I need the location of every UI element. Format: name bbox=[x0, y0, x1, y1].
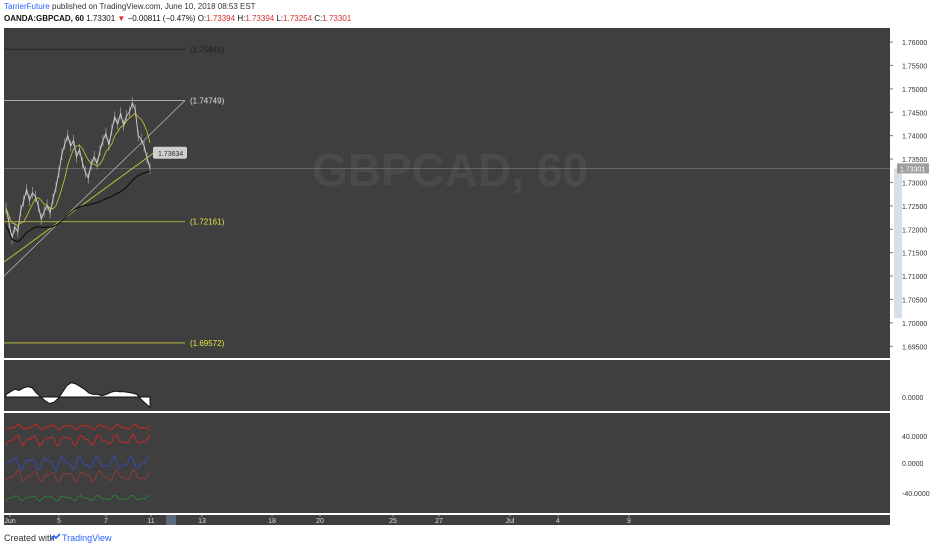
tradingview-brand[interactable]: TradingView bbox=[62, 533, 112, 543]
time-tick-label: Jun bbox=[4, 518, 15, 525]
current-price-label: 1.73301 bbox=[900, 166, 925, 173]
oscillator-axis-bg bbox=[890, 360, 902, 411]
price-tick-label: 1.73000 bbox=[902, 180, 927, 187]
high-value: 1.73394 bbox=[245, 14, 275, 23]
level-label: (1.74749) bbox=[190, 97, 225, 106]
level-label: (1.75846) bbox=[190, 45, 225, 54]
time-tick-label: 5 bbox=[57, 518, 61, 525]
time-range-marker bbox=[166, 515, 176, 525]
time-tick-label: 13 bbox=[198, 518, 206, 525]
dmi-axis-bg bbox=[890, 413, 902, 513]
price-axis[interactable]: 1.76000 1.75500 1.75000 1.74500 1.74000 1.735… bbox=[890, 28, 929, 358]
symbol-label[interactable]: OANDA:GBPCAD, 60 bbox=[4, 14, 84, 23]
open-label: O: bbox=[197, 14, 207, 23]
created-with-label: Created with bbox=[4, 533, 55, 543]
level-label: (1.69572) bbox=[190, 339, 225, 348]
time-tick-label: 25 bbox=[389, 518, 397, 525]
price-tick-label: 1.74000 bbox=[902, 134, 927, 141]
oscillator-pane-bg bbox=[4, 360, 890, 411]
price-tick-label: 1.76000 bbox=[902, 40, 927, 47]
chart-header: TarrierFuture published on TradingView.c… bbox=[0, 0, 932, 26]
symbol-watermark: GBPCAD, 60 bbox=[312, 144, 588, 196]
price-tick-label: 1.72000 bbox=[902, 227, 927, 234]
published-text: published on TradingView.com, June 10, 2… bbox=[49, 2, 256, 11]
time-tick-label: 4 bbox=[556, 518, 560, 525]
low-value: 1.73254 bbox=[283, 14, 313, 23]
price-tick-label: 1.69500 bbox=[902, 344, 927, 351]
time-tick-label: 27 bbox=[435, 518, 443, 525]
axis-range-highlight bbox=[894, 168, 902, 319]
time-tick-label: 7 bbox=[104, 518, 108, 525]
oscillator-tick-label: 0.0000 bbox=[902, 395, 924, 402]
price-tick-label: 1.70500 bbox=[902, 297, 927, 304]
level-label: (1.72161) bbox=[190, 218, 225, 227]
price-callout-label: 1.73634 bbox=[158, 151, 183, 158]
price-tick-label: 1.73500 bbox=[902, 157, 927, 164]
close-value: 1.73301 bbox=[322, 14, 352, 23]
dmi-tick-label: 0.0000 bbox=[902, 461, 924, 468]
price-tick-label: 1.71500 bbox=[902, 251, 927, 258]
ohlc-legend: OANDA:GBPCAD, 60 1.73301 ▼ −0.00811 (−0.… bbox=[4, 14, 351, 23]
author-link[interactable]: TarrierFuture bbox=[4, 2, 50, 11]
publication-line: TarrierFuture published on TradingView.c… bbox=[4, 2, 256, 11]
footer: Created with TradingView bbox=[0, 528, 932, 550]
last-price: 1.73301 bbox=[86, 14, 116, 23]
dmi-tick-label: -40.0000 bbox=[902, 491, 930, 498]
price-change: −0.00811 (−0.47%) bbox=[127, 14, 196, 23]
down-arrow-icon: ▼ bbox=[117, 14, 126, 23]
price-tick-label: 1.74500 bbox=[902, 110, 927, 117]
price-tick-label: 1.75500 bbox=[902, 63, 927, 70]
price-tick-label: 1.72500 bbox=[902, 204, 927, 211]
time-tick-label: 20 bbox=[316, 518, 324, 525]
dmi-pane-bg bbox=[4, 413, 890, 513]
dmi-tick-label: 40.0000 bbox=[902, 434, 927, 441]
price-tick-label: 1.75000 bbox=[902, 87, 927, 94]
time-axis-bg bbox=[4, 515, 890, 525]
time-tick-label: 9 bbox=[627, 518, 631, 525]
chart-area[interactable]: GBPCAD, 60 (1.75846) (1.74749) (1.72161) (1… bbox=[0, 26, 932, 526]
price-tick-label: 1.71000 bbox=[902, 274, 927, 281]
time-tick-label: 18 bbox=[268, 518, 276, 525]
open-value: 1.73394 bbox=[206, 14, 236, 23]
time-tick-label: 11 bbox=[147, 518, 154, 525]
tradingview-logo-icon bbox=[50, 533, 61, 541]
price-tick-label: 1.70000 bbox=[902, 321, 927, 328]
time-tick-label: Jul bbox=[506, 518, 515, 525]
price-chart-svg[interactable]: GBPCAD, 60 (1.75846) (1.74749) (1.72161) (1… bbox=[0, 26, 932, 526]
